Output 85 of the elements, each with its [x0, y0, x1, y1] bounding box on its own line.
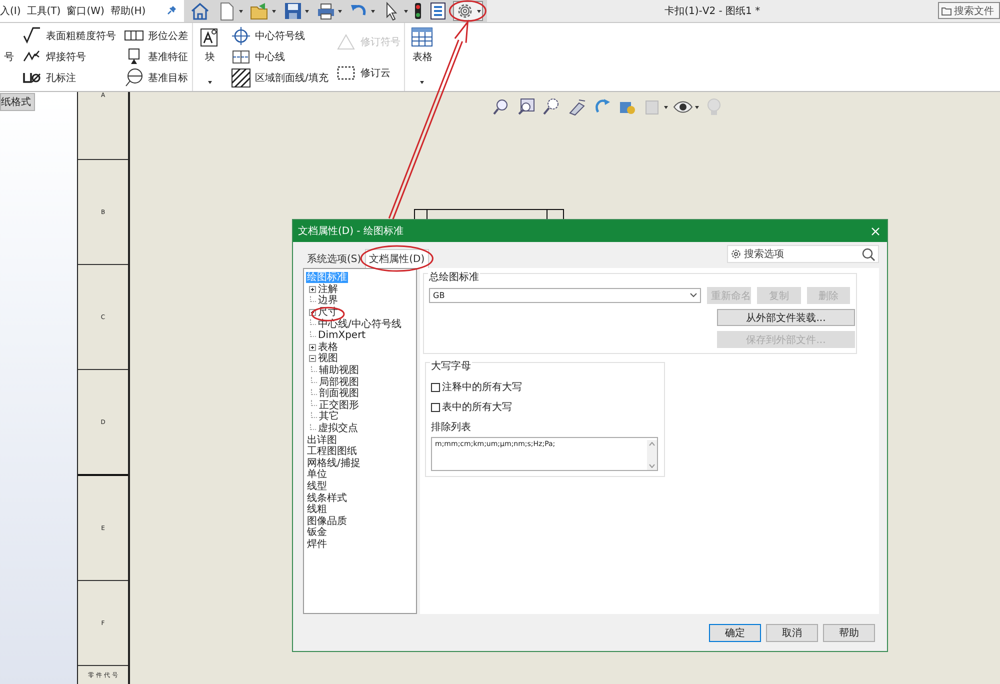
tree-item[interactable]: 正交图形	[318, 400, 360, 411]
hatch-icon[interactable]	[231, 68, 251, 88]
toolbar-button[interactable]	[412, 1, 423, 21]
checkbox[interactable]	[431, 402, 440, 412]
field-label: 排除列表	[431, 420, 472, 434]
ribbon-button[interactable]: 修订云	[360, 66, 390, 80]
checkbox[interactable]	[431, 382, 440, 392]
menu-item[interactable]: 窗口(W)	[66, 4, 104, 18]
ribbon-button[interactable]: 焊接符号	[46, 50, 86, 64]
group-title: 大写字母	[430, 359, 472, 373]
ribbon-button[interactable]: 基准特征	[148, 50, 188, 64]
ribbon-button[interactable]: 表格	[412, 50, 432, 64]
checkbox-label: 表中的所有大写	[442, 400, 512, 414]
tree-item[interactable]: 钣金	[306, 527, 328, 538]
folder-icon	[941, 6, 952, 16]
search-field[interactable]: 搜索选项	[727, 245, 879, 263]
standard-dropdown[interactable]: GB	[429, 288, 702, 303]
checkbox-label: 注释中的所有大写	[442, 380, 522, 394]
tree-item[interactable]: 焊件	[306, 538, 328, 550]
home-icon	[190, 1, 210, 21]
save-icon	[282, 1, 303, 21]
section-icon[interactable]	[567, 97, 587, 117]
standard-button[interactable]: 从外部文件装载...	[717, 309, 855, 326]
expander-icon[interactable]	[308, 286, 316, 293]
close-button[interactable]	[869, 224, 882, 238]
ribbon-button[interactable]: 块	[205, 50, 215, 64]
tree-item[interactable]: 线粗	[306, 504, 328, 516]
settings-icon	[731, 249, 741, 259]
tree-item[interactable]: 剖面视图	[318, 388, 360, 400]
dialog-button[interactable]: 帮助	[823, 624, 875, 642]
table-icon[interactable]	[411, 27, 434, 47]
annotation-ellipse	[448, 0, 486, 22]
list-icon	[428, 1, 448, 21]
tree-item[interactable]: 局部视图	[318, 376, 360, 388]
traffic-light-icon	[414, 3, 421, 19]
menu-item[interactable]: 工具(T)	[26, 4, 61, 18]
tree-item[interactable]: 注解	[317, 284, 339, 295]
group-title: 总绘图标准	[428, 270, 480, 284]
menu-item[interactable]: 入(I)	[0, 4, 21, 18]
tree-item[interactable]: 图像品质	[306, 516, 348, 527]
search-field[interactable]: 搜索文件	[938, 2, 1000, 19]
document-title: 卡扣(1)-V2 - 图纸1 *	[664, 4, 760, 18]
dialog-button[interactable]: 取消	[766, 624, 818, 642]
tree-item[interactable]: 辅助视图	[318, 365, 360, 376]
ribbon-button[interactable]: 表面粗糙度符号	[46, 29, 116, 44]
close-icon	[871, 226, 880, 236]
expander-icon[interactable]	[308, 344, 316, 351]
tab[interactable]: 系统选项(S)	[303, 249, 366, 268]
folder-icon	[250, 1, 270, 21]
tree-item[interactable]: 其它	[318, 411, 340, 422]
tree-item[interactable]: 单位	[306, 469, 328, 480]
tree-item[interactable]: 虚拟交点	[317, 423, 359, 434]
ribbon-button[interactable]: 中心线	[255, 50, 285, 64]
tree-item[interactable]: 视图	[317, 353, 339, 364]
ribbon-button[interactable]: 基准目标	[148, 70, 188, 85]
ribbon-button[interactable]: 区域剖面线/填充	[255, 70, 328, 85]
printer-icon	[316, 1, 336, 21]
tree-item[interactable]: DimXpert	[317, 330, 367, 342]
caret-icon	[208, 81, 212, 84]
menu-item[interactable]: 帮助(H)	[110, 4, 146, 18]
ribbon-button[interactable]: 中心符号线	[255, 29, 305, 44]
target-icon[interactable]	[124, 68, 144, 88]
tree-item[interactable]: 表格	[317, 342, 339, 353]
pin-icon[interactable]	[166, 6, 176, 16]
zoom-fit-icon[interactable]	[517, 97, 537, 117]
ribbon-button[interactable]: 孔标注	[46, 70, 76, 85]
dialog-button[interactable]: 确定	[709, 624, 761, 642]
expander-icon[interactable]	[308, 355, 316, 362]
sheet-tab[interactable]: 纸格式	[0, 93, 35, 111]
tree-item[interactable]: 线条样式	[306, 492, 348, 504]
tree-item[interactable]: 出详图	[306, 434, 338, 446]
dialog-title: 文档属性(D) - 绘图标准	[298, 224, 404, 238]
chevron-icon	[690, 293, 698, 298]
chevron-icon	[649, 464, 655, 468]
tab[interactable]: 文档属性(D)	[365, 249, 429, 268]
tree-item[interactable]: 工程图图纸	[306, 446, 358, 458]
tree-item[interactable]: 边界	[317, 295, 339, 306]
chevron-icon	[649, 442, 655, 446]
ribbon-button[interactable]: 号	[4, 50, 14, 64]
tree-item[interactable]: 网格线/捕捉	[306, 458, 362, 469]
search-icon	[862, 248, 875, 260]
tree-item[interactable]: 线型	[306, 480, 328, 492]
caret-icon	[420, 81, 424, 84]
ribbon-button[interactable]: 形位公差	[148, 29, 188, 44]
crosshair-icon[interactable]	[231, 26, 251, 46]
